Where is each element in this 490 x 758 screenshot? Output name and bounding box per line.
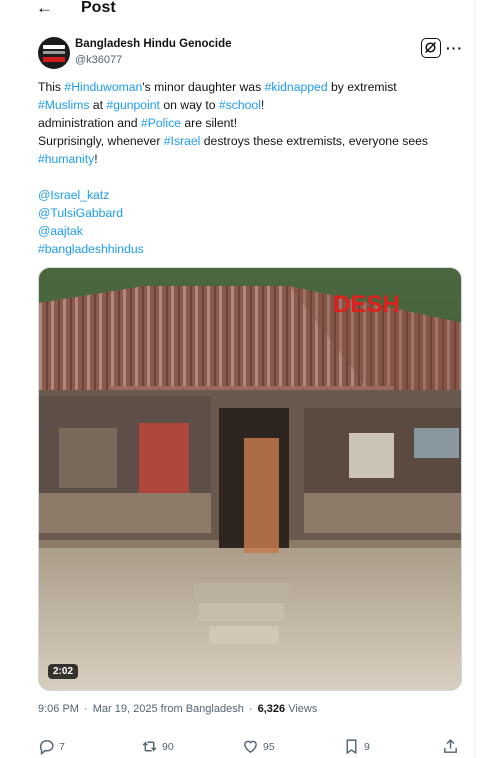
bookmark-icon [346,739,357,755]
hashtag-link[interactable]: #kidnapped [265,80,328,94]
hashtag-link[interactable]: #Israel [164,134,201,148]
tweet-text-segment: This [38,80,65,94]
arrow-left-icon[interactable]: ← [36,0,53,18]
bookmark-button[interactable]: 9 [343,738,370,755]
like-button[interactable]: 95 [242,738,275,755]
author-handle[interactable]: @k36077 [75,54,122,66]
views-count: 6,326 [257,703,286,715]
header-bar: ← Post [0,0,475,20]
video-watermark: DESH [333,291,400,318]
separator-dot: · [84,703,88,715]
hashtag-link[interactable]: #school [219,98,261,112]
post-location: from Bangladesh [160,703,244,715]
avatar-logo-banner [43,57,65,62]
video-thumbnail: DESH [39,268,461,690]
hashtag-link[interactable]: #Muslims [38,98,89,112]
hashtag-link[interactable]: #bangladeshhindus [38,242,144,256]
post-metadata: 9:06 PM · Mar 19, 2025 from Bangladesh ·… [38,703,317,715]
reply-button[interactable]: 7 [38,738,65,755]
more-options-icon[interactable]: ··· [446,38,463,58]
tweet-mentions: @Israel_katz @TulsiGabbard @aajtak #banglad… [38,186,144,258]
hashtag-link[interactable]: #Police [141,116,181,130]
reply-count: 7 [59,740,65,753]
grok-glyph [424,41,437,54]
mention-link[interactable]: @Israel_katz [38,188,109,202]
post-date[interactable]: Mar 19, 2025 [93,703,158,715]
views-label: Views [288,703,318,715]
tweet-text: This #Hinduwoman's minor daughter was #k… [38,78,463,168]
repost-icon [142,741,157,752]
share-icon [444,739,457,753]
tweet-text-segment: at [89,98,107,112]
author-display-name[interactable]: Bangladesh Hindu Genocide [75,38,232,50]
hashtag-link[interactable]: #Hinduwoman [64,80,142,94]
tweet-text-segment: ! [94,152,98,166]
tweet-text-segment: on way to [159,98,219,112]
video-duration-badge: 2:02 [48,664,79,679]
avatar-logo-text [43,45,65,49]
mention-link[interactable]: @TulsiGabbard [38,206,123,220]
tweet-text-segment: by extremist [330,80,397,94]
action-bar: 7 90 95 9 [38,738,463,758]
post-time[interactable]: 9:06 PM [38,703,79,715]
tweet-text-segment: destroys these extremists, everyone sees [203,134,428,148]
hashtag-link[interactable]: #humanity [38,152,94,166]
repost-count: 90 [162,740,174,753]
like-count: 95 [263,740,275,753]
avatar-logo-subtext [43,51,65,54]
reply-icon [39,740,54,755]
heart-icon [244,740,257,754]
video-player[interactable]: DESH 2:02 [38,267,462,691]
hashtag-link[interactable]: #gunpoint [106,98,160,112]
bookmark-count: 9 [364,740,370,753]
repost-button[interactable]: 90 [141,738,174,755]
separator-dot: · [248,703,253,715]
page-title: Post [81,0,116,16]
share-button[interactable] [442,738,459,755]
mention-link[interactable]: @aajtak [38,224,83,238]
tweet-text-segment: 's minor daughter was [142,80,265,94]
post-column: ← Post Bangladesh Hindu Genocide @k36077… [0,0,475,758]
avatar[interactable] [38,37,70,69]
grok-icon[interactable] [421,38,441,58]
